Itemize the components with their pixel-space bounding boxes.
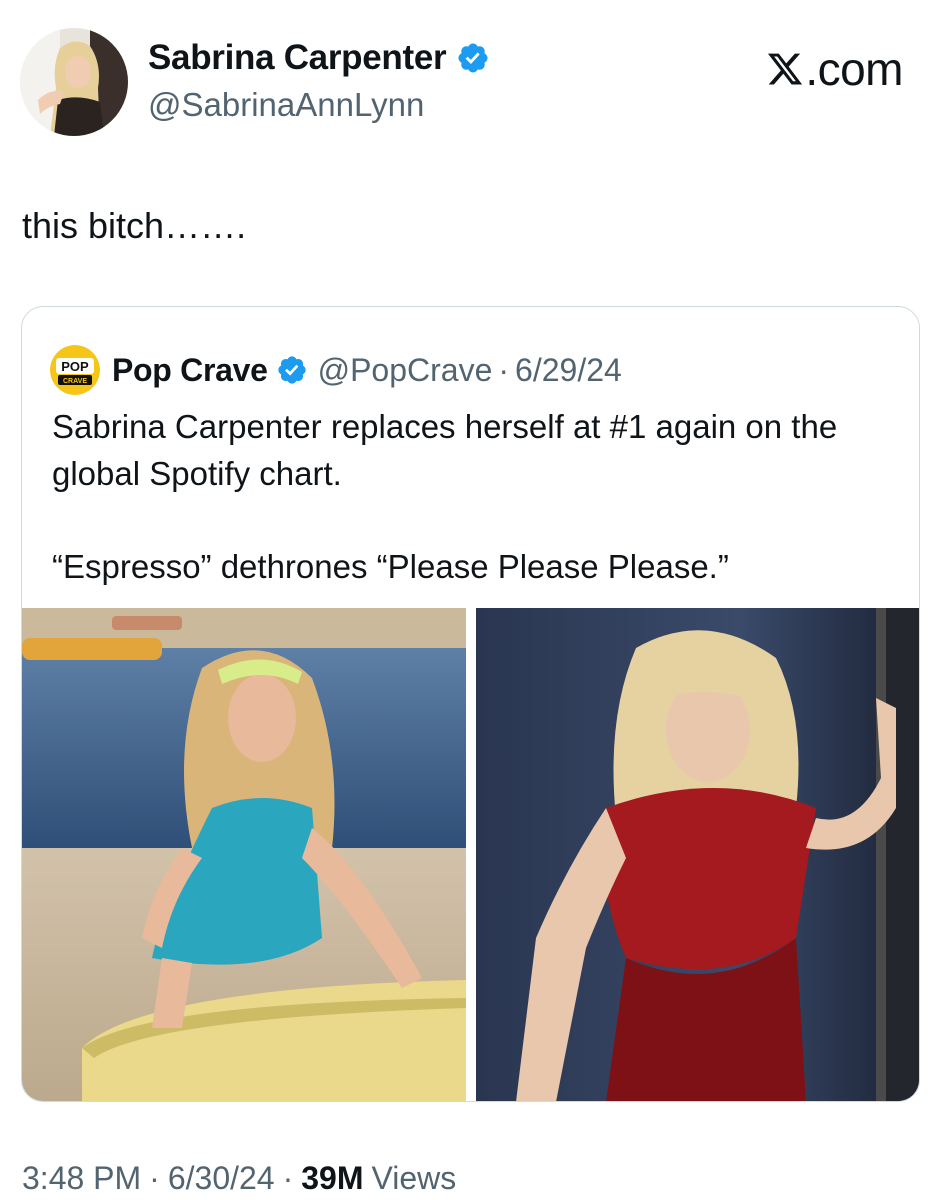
x-com-logo: .com [766, 46, 903, 92]
quoted-separator: · [498, 351, 510, 388]
tweet-time[interactable]: 3:48 PM [22, 1160, 141, 1197]
author-avatar[interactable] [20, 28, 128, 136]
photo-red-dress-icon [476, 608, 919, 1101]
author-name[interactable]: Sabrina Carpenter [148, 40, 447, 75]
quoted-paragraph-1: Sabrina Carpenter replaces herself at #1… [52, 408, 838, 492]
tweet-date[interactable]: 6/30/24 [168, 1160, 275, 1197]
quoted-author-handle[interactable]: @PopCrave [318, 352, 493, 389]
views-count[interactable]: 39M [301, 1160, 363, 1197]
media-photo-red-dress[interactable] [476, 608, 919, 1101]
quoted-media-grid [22, 608, 919, 1101]
meta-separator: · [282, 1160, 294, 1196]
media-photo-beach[interactable] [22, 608, 466, 1101]
verified-badge-icon [277, 356, 306, 384]
x-logo-icon [768, 53, 803, 85]
author-handle[interactable]: @SabrinaAnnLynn [148, 88, 424, 121]
photo-beach-icon [22, 608, 466, 1101]
pop-crave-avatar-text-top: POP [61, 359, 89, 374]
tweet-text: this bitch……. [22, 205, 247, 246]
quoted-author-name[interactable]: Pop Crave [112, 352, 268, 389]
verified-badge-icon [458, 42, 488, 73]
source-label: .com [805, 43, 903, 95]
quoted-tweet-card[interactable]: POP CRAVE Pop Crave @PopCrave · 6/29/24 … [21, 306, 920, 1102]
quoted-tweet-header: POP CRAVE Pop Crave @PopCrave · 6/29/24 [50, 345, 622, 395]
views-label: Views [371, 1160, 457, 1196]
quoted-tweet-text: Sabrina Carpenter replaces herself at #1… [52, 403, 892, 590]
tweet-meta-row: 3:48 PM · 6/30/24 · 39M Views [22, 1160, 456, 1197]
author-name-row[interactable]: Sabrina Carpenter [148, 40, 490, 75]
meta-separator: · [149, 1160, 160, 1196]
quoted-paragraph-2: “Espresso” dethrones “Please Please Plea… [52, 548, 729, 585]
quoted-date[interactable]: 6/29/24 [515, 352, 622, 389]
pop-crave-avatar-text-bottom: CRAVE [63, 378, 87, 385]
pop-crave-avatar[interactable]: POP CRAVE [50, 345, 100, 395]
